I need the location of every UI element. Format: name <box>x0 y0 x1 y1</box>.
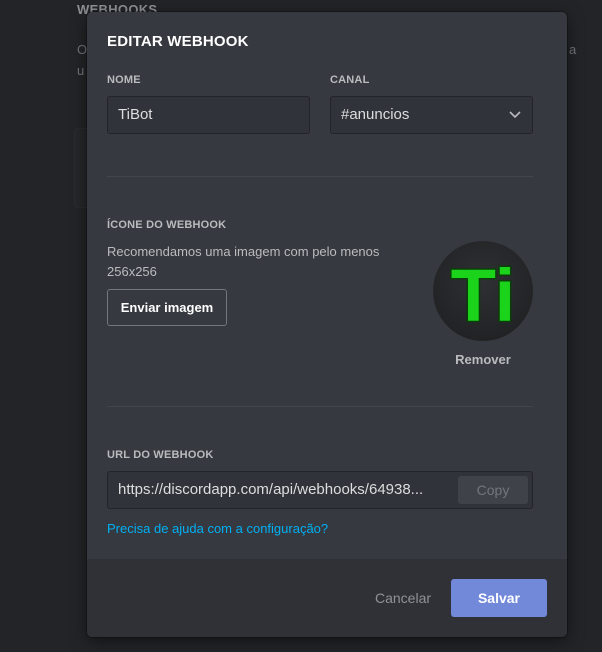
name-input[interactable]: TiBot <box>107 96 310 134</box>
copy-button[interactable]: Copy <box>458 476 528 504</box>
channel-label: CANAL <box>330 74 370 86</box>
webhook-icon-description: Recomendamos uma imagem com pelo menos 2… <box>107 244 380 279</box>
modal-title: EDITAR WEBHOOK <box>107 33 249 50</box>
webhook-url-field[interactable]: https://discordapp.com/api/webhooks/6493… <box>107 471 533 509</box>
remove-avatar-link[interactable]: Remover <box>433 352 533 367</box>
webhook-avatar[interactable]: Ti <box>433 241 533 341</box>
divider <box>107 176 533 177</box>
setup-help-link[interactable]: Precisa de ajuda com a configuração? <box>107 521 328 536</box>
chevron-down-icon <box>509 111 521 119</box>
channel-select-value: #anuncios <box>341 106 410 123</box>
webhook-icon-label: ÍCONE DO WEBHOOK <box>107 219 227 231</box>
name-label: NOME <box>107 74 141 86</box>
upload-image-button[interactable]: Enviar imagem <box>107 289 227 326</box>
webhook-url-value[interactable]: https://discordapp.com/api/webhooks/6493… <box>118 472 448 508</box>
edit-webhook-modal: EDITAR WEBHOOK NOME TiBot CANAL #anuncio… <box>87 12 567 637</box>
background-text: u <box>77 63 85 78</box>
background-text: O <box>77 42 88 57</box>
background-text: a <box>569 42 577 57</box>
modal-footer: Cancelar Salvar <box>87 559 567 637</box>
channel-select[interactable]: #anuncios <box>330 96 533 134</box>
avatar-image: Ti <box>449 253 516 339</box>
modal-body: EDITAR WEBHOOK NOME TiBot CANAL #anuncio… <box>87 12 567 559</box>
save-button[interactable]: Salvar <box>451 579 547 617</box>
webhook-url-label: URL DO WEBHOOK <box>107 449 214 461</box>
avatar-letters: Ti <box>451 254 515 337</box>
cancel-button[interactable]: Cancelar <box>357 579 449 617</box>
divider <box>107 406 533 407</box>
